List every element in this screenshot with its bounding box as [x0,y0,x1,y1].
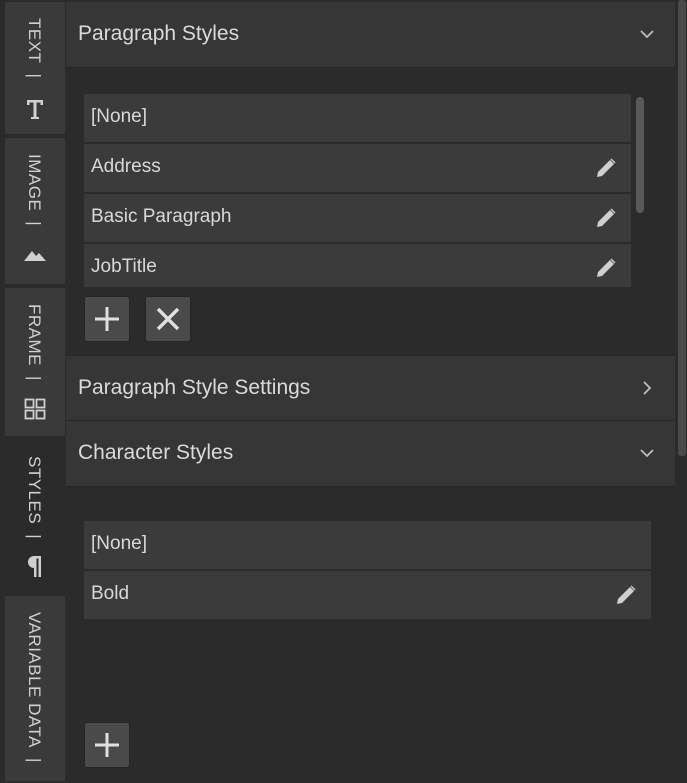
tab-variable-data-label: VARIABLE DATA| [25,612,44,763]
plus-icon [95,307,119,331]
mountain-icon [24,251,46,261]
chevron-down-icon[interactable] [637,443,657,463]
tab-variable-data[interactable]: VARIABLE DATA| [5,596,65,783]
side-tab-rail: TEXT| IMAGE| FRAME| STYLES| VARIABLE DAT… [0,0,66,783]
text-t-icon [27,100,43,119]
tab-image-label: IMAGE| [25,154,44,227]
add-paragraph-style-button[interactable] [84,296,130,342]
styles-panel: Paragraph Styles [None] Address Basic Pa… [66,0,675,783]
paragraph-style-settings-title: Paragraph Style Settings [78,376,311,399]
tab-styles[interactable]: STYLES| [5,440,65,594]
x-icon [156,307,180,331]
plus-icon [95,733,119,757]
tab-styles-label: STYLES| [25,456,44,540]
add-character-style-button[interactable] [84,722,130,768]
character-styles-title: Character Styles [78,441,234,464]
tab-frame[interactable]: FRAME| [5,288,65,438]
tab-text[interactable]: TEXT| [5,2,65,136]
tab-frame-label: FRAME| [25,304,44,381]
paragraph-styles-header[interactable]: Paragraph Styles [66,2,675,68]
panel-scrollbar[interactable] [676,0,687,783]
chevron-down-icon[interactable] [637,24,657,44]
pencil-icon[interactable] [594,256,618,280]
character-styles-header[interactable]: Character Styles [66,421,675,487]
list-item[interactable]: [None] [84,94,631,142]
pencil-icon[interactable] [594,156,618,180]
tab-text-label: TEXT| [25,18,44,79]
pencil-icon[interactable] [594,206,618,230]
tab-image[interactable]: IMAGE| [5,138,65,286]
chevron-right-icon[interactable] [637,378,657,398]
pilcrow-icon [28,556,41,577]
list-item[interactable]: Address [84,144,631,192]
list-item[interactable]: JobTitle [84,244,631,287]
paragraph-styles-title: Paragraph Styles [78,22,240,45]
grid-icon [24,398,46,420]
list-item[interactable]: [None] [84,521,651,569]
pencil-icon[interactable] [614,583,638,607]
panel-scrollbar-thumb[interactable] [678,0,686,456]
delete-paragraph-style-button[interactable] [145,296,191,342]
list-item[interactable]: Bold [84,571,651,619]
list-item[interactable]: Basic Paragraph [84,194,631,242]
paragraph-style-settings-header[interactable]: Paragraph Style Settings [66,355,675,421]
list-scrollbar[interactable] [636,97,644,213]
